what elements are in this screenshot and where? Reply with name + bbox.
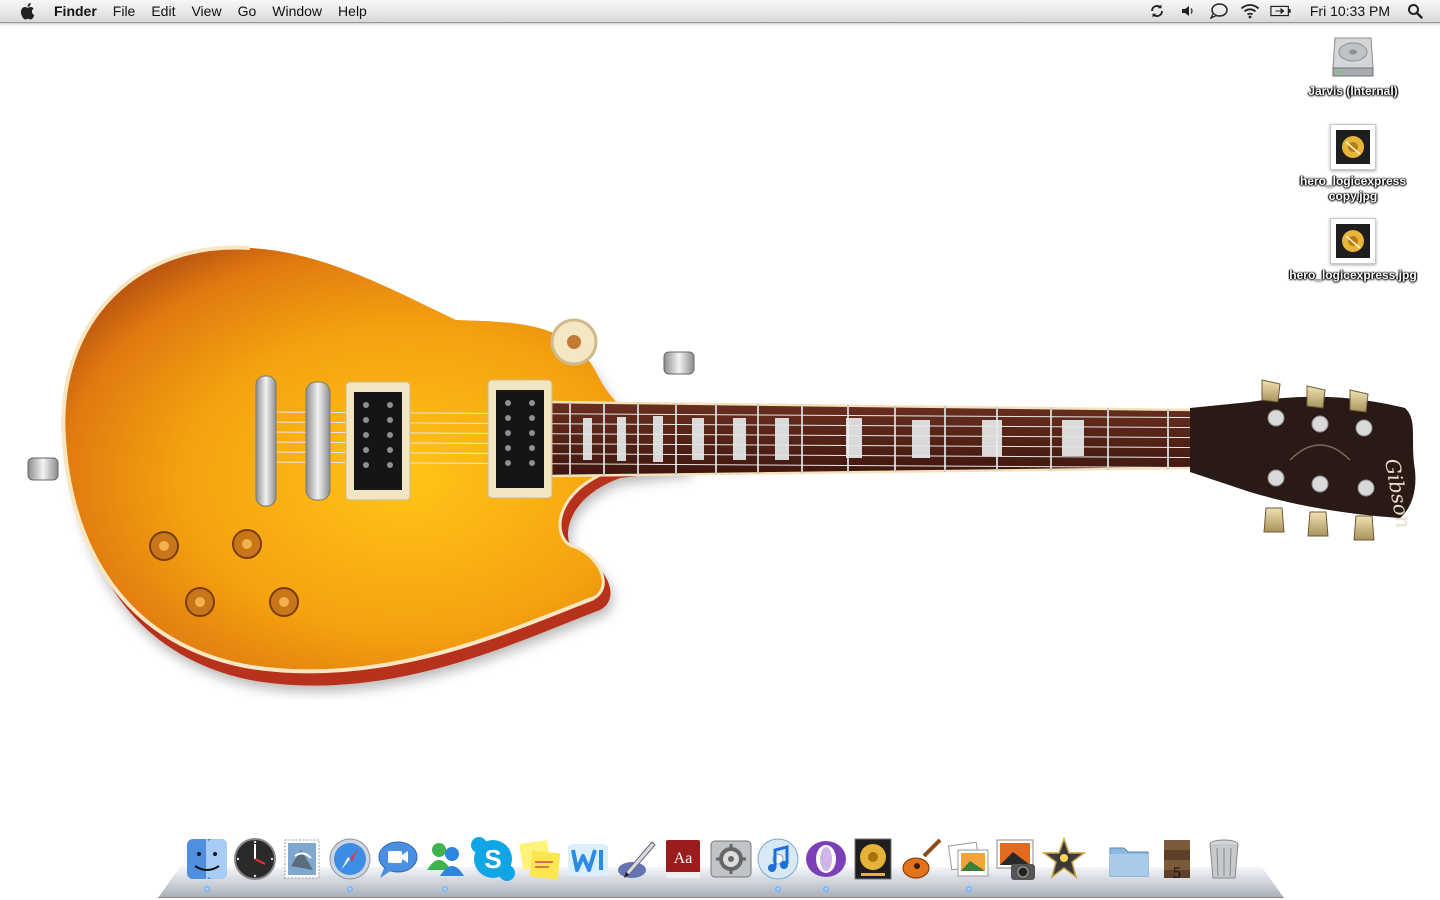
dictionary-icon: Aa (665, 840, 700, 878)
image-file-icon (1330, 218, 1376, 264)
iphoto-icon (947, 841, 988, 877)
dock-safari[interactable] (327, 836, 373, 892)
dock-photo-booth[interactable] (993, 836, 1039, 882)
garageband-guitar-icon (902, 838, 942, 879)
ichat-video-icon (378, 841, 418, 878)
dock-trash[interactable] (1201, 836, 1247, 882)
dock-skype[interactable]: S (470, 836, 516, 882)
menu-clock[interactable]: Fri 10:33 PM (1310, 0, 1390, 22)
system-preferences-icon (710, 840, 752, 878)
sync-icon[interactable] (1146, 0, 1168, 22)
safari-compass-icon (329, 838, 371, 880)
dock-opera[interactable] (803, 836, 849, 892)
dock-system-preferences[interactable] (708, 836, 754, 882)
svg-text:S: S (484, 844, 501, 874)
dock: S Aa 5 (158, 832, 1284, 900)
opera-icon (805, 841, 846, 877)
desktop-icon-label: hero_logicexpress copy.jpg (1299, 174, 1407, 203)
electric-guitar-wallpaper: Gibson (0, 230, 1440, 700)
running-indicator (822, 886, 829, 892)
desktop-icon-image-file[interactable]: hero_logicexpress.jpg (1273, 218, 1433, 283)
menu-edit[interactable]: Edit (143, 0, 183, 22)
dock-iphoto[interactable] (946, 836, 992, 892)
dock-itunes[interactable] (755, 836, 801, 892)
script-pen-icon (618, 841, 657, 878)
menu-go[interactable]: Go (230, 0, 265, 22)
dock-messenger[interactable] (422, 836, 468, 892)
itunes-icon (757, 838, 799, 880)
volume-icon[interactable] (1177, 0, 1199, 22)
dock-dashboard[interactable] (232, 836, 278, 882)
iweb-icon (567, 844, 608, 876)
dock-stickies[interactable] (517, 836, 563, 882)
messenger-people-icon (426, 843, 464, 876)
dock-imovie[interactable] (1041, 836, 1087, 882)
svg-text:5: 5 (1172, 866, 1181, 882)
mail-stamp-icon (284, 839, 320, 879)
downloads-stack-icon: 5 (1163, 840, 1190, 882)
dock-logic-express[interactable] (850, 836, 896, 882)
running-indicator (965, 886, 972, 892)
dock-iweb[interactable] (565, 836, 611, 882)
image-file-icon (1330, 124, 1376, 170)
menu-file[interactable]: File (105, 0, 144, 22)
hard-drive-icon (1329, 28, 1377, 80)
menu-bar-left: Finder File Edit View Go Window Help (0, 0, 375, 22)
desktop-icon-hard-drive[interactable]: Jarvis (Internal) (1273, 28, 1433, 99)
desktop-icon-label: hero_logicexpress.jpg (1289, 268, 1417, 282)
photo-booth-icon (996, 839, 1036, 880)
dock-garageband[interactable] (898, 836, 944, 882)
dock-dictionary[interactable]: Aa (660, 836, 706, 882)
apple-menu-icon[interactable] (17, 0, 39, 22)
dock-ichat[interactable] (374, 836, 420, 882)
svg-text:Aa: Aa (674, 850, 693, 867)
trash-icon (1209, 839, 1239, 879)
running-indicator (441, 886, 448, 892)
desktop-icon-image-file[interactable]: hero_logicexpress copy.jpg (1273, 124, 1433, 204)
logic-express-icon (854, 838, 892, 880)
imovie-star-icon (1041, 836, 1086, 879)
menu-bar-right: Fri 10:33 PM (1137, 0, 1426, 22)
menu-window[interactable]: Window (264, 0, 330, 22)
dock-applications-stack[interactable] (1106, 836, 1152, 882)
menu-bar: Finder File Edit View Go Window Help Fri… (0, 0, 1440, 23)
skype-icon: S (470, 837, 515, 881)
stickies-icon (519, 840, 561, 880)
dock-items: S Aa 5 (184, 836, 1249, 892)
menu-app-finder[interactable]: Finder (54, 0, 105, 22)
battery-icon[interactable] (1270, 0, 1292, 22)
menu-view[interactable]: View (183, 0, 229, 22)
finder-icon (187, 839, 227, 879)
running-indicator (204, 886, 210, 892)
dashboard-icon (233, 838, 276, 880)
spotlight-search-icon[interactable] (1404, 0, 1426, 22)
folder-stack-icon (1109, 847, 1149, 877)
dock-script-editor[interactable] (612, 836, 658, 882)
wifi-icon[interactable] (1239, 0, 1261, 22)
running-indicator (346, 886, 353, 892)
dock-finder[interactable] (184, 836, 230, 892)
menu-help[interactable]: Help (330, 0, 375, 22)
desktop-icon-label: Jarvis (Internal) (1308, 84, 1398, 98)
dock-mail[interactable] (279, 836, 325, 882)
ichat-icon[interactable] (1208, 0, 1230, 22)
dock-downloads-stack[interactable]: 5 (1154, 836, 1200, 882)
